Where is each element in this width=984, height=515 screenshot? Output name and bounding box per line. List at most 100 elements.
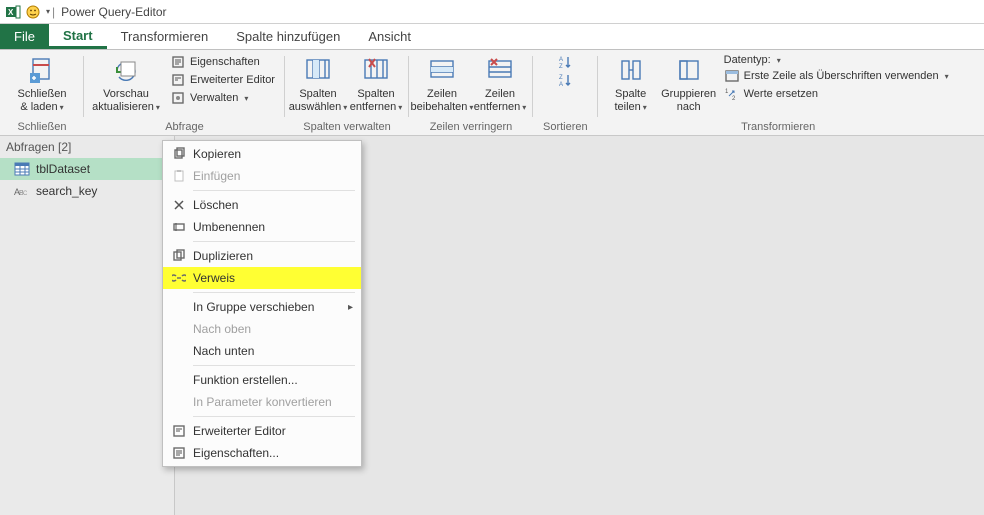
- tab-spalte-hinzufuegen[interactable]: Spalte hinzufügen: [222, 24, 354, 49]
- query-item-tbldataset[interactable]: tblDataset: [0, 158, 174, 180]
- group-transformieren: Spalteteilen▾ Gruppierennach Datentyp:▾ …: [598, 50, 959, 135]
- manage-label: Verwalten: [190, 92, 238, 104]
- ctx-paste-label: Einfügen: [193, 169, 240, 183]
- ctx-move-down[interactable]: Nach unten: [163, 340, 361, 362]
- paste-icon: [169, 169, 189, 183]
- replace-values-icon: 12: [724, 86, 740, 102]
- ctx-move-to-group[interactable]: In Gruppe verschieben ▸: [163, 296, 361, 318]
- advanced-editor-icon: [170, 72, 186, 88]
- group-label-abfrage: Abfrage: [165, 119, 204, 133]
- ctx-copy[interactable]: Kopieren: [163, 143, 361, 165]
- group-schliessen: Schließen& laden▾ Schließen: [0, 50, 84, 135]
- choose-columns-button[interactable]: Spaltenauswählen▾: [295, 54, 341, 113]
- group-zeilen-verringern: Zeilenbeibehalten▾ Zeilenentfernen▾ Zeil…: [409, 50, 533, 135]
- properties-button[interactable]: Eigenschaften: [170, 54, 275, 70]
- tab-start[interactable]: Start: [49, 24, 107, 49]
- ctx-move-down-label: Nach unten: [193, 344, 254, 358]
- queries-header: Abfragen [2] ‹: [0, 136, 174, 158]
- ctx-create-function[interactable]: Funktion erstellen...: [163, 369, 361, 391]
- choose-columns-icon: [302, 54, 334, 86]
- ctx-duplicate-label: Duplizieren: [193, 249, 253, 263]
- group-label-transformieren: Transformieren: [741, 119, 815, 133]
- ctx-create-fn-label: Funktion erstellen...: [193, 373, 298, 387]
- ctx-props-label: Eigenschaften...: [193, 446, 279, 460]
- refresh-icon: [110, 54, 142, 86]
- remove-rows-label: Zeilenentfernen▾: [474, 88, 527, 113]
- advanced-editor-button[interactable]: Erweiterter Editor: [170, 72, 275, 88]
- close-load-icon: [26, 54, 58, 86]
- remove-columns-button[interactable]: Spaltenentfernen▾: [353, 54, 399, 113]
- ctx-properties[interactable]: Eigenschaften...: [163, 442, 361, 464]
- remove-columns-icon: [360, 54, 392, 86]
- close-load-label: Schließen& laden▾: [18, 88, 67, 113]
- group-abfrage: Vorschauaktualisieren▾ Eigenschaften Erw…: [84, 50, 285, 135]
- svg-text:A: A: [559, 82, 563, 88]
- replace-values-label: Werte ersetzen: [744, 88, 818, 100]
- queries-pane: Abfragen [2] ‹ tblDataset ABC search_key…: [0, 136, 175, 515]
- group-label-zeilen: Zeilen verringern: [430, 119, 513, 133]
- keep-rows-icon: [426, 54, 458, 86]
- text-value-icon: ABC: [14, 184, 30, 198]
- ctx-duplicate[interactable]: Duplizieren: [163, 245, 361, 267]
- ctx-copy-label: Kopieren: [193, 147, 241, 161]
- queries-header-label: Abfragen [2]: [6, 140, 71, 154]
- reference-icon: [169, 271, 189, 285]
- first-row-headers-icon: [724, 68, 740, 84]
- ctx-advanced-editor[interactable]: Erweiterter Editor: [163, 420, 361, 442]
- sort-asc-button[interactable]: AZ: [557, 54, 573, 70]
- qat-smiley-icon[interactable]: [24, 3, 42, 21]
- data-type-label: Datentyp:: [724, 54, 771, 66]
- ribbon: Schließen& laden▾ Schließen Vorschauaktu…: [0, 50, 984, 136]
- group-by-icon: [673, 54, 705, 86]
- group-by-label: Gruppierennach: [661, 88, 716, 113]
- svg-text:Z: Z: [559, 75, 563, 81]
- data-type-dropdown[interactable]: Datentyp:▾: [724, 54, 949, 66]
- sort-desc-icon: ZA: [557, 72, 573, 88]
- refresh-preview-button[interactable]: Vorschauaktualisieren▾: [94, 54, 158, 113]
- query-item-label: search_key: [36, 184, 97, 198]
- refresh-label: Vorschauaktualisieren▾: [92, 88, 160, 113]
- tab-transformieren[interactable]: Transformieren: [107, 24, 223, 49]
- ctx-move-group-label: In Gruppe verschieben: [193, 300, 314, 314]
- ribbon-tabs: File Start Transformieren Spalte hinzufü…: [0, 24, 984, 50]
- split-column-label: Spalteteilen▾: [614, 88, 646, 113]
- properties-icon: [170, 54, 186, 70]
- ctx-delete-label: Löschen: [193, 198, 238, 212]
- table-icon: [14, 162, 30, 176]
- ctx-reference[interactable]: Verweis: [163, 267, 361, 289]
- ctx-delete[interactable]: Löschen: [163, 194, 361, 216]
- ctx-rename[interactable]: Umbenennen: [163, 216, 361, 238]
- remove-rows-button[interactable]: Zeilenentfernen▾: [477, 54, 523, 113]
- rename-icon: [169, 220, 189, 234]
- ctx-sep: [193, 365, 355, 366]
- remove-rows-icon: [484, 54, 516, 86]
- manage-icon: [170, 90, 186, 106]
- duplicate-icon: [169, 249, 189, 263]
- context-menu: Kopieren Einfügen Löschen Umbenennen Dup…: [162, 140, 362, 467]
- advanced-editor-icon: [169, 424, 189, 438]
- window-title: Power Query-Editor: [61, 5, 166, 19]
- manage-button[interactable]: Verwalten▾: [170, 90, 275, 106]
- split-column-button[interactable]: Spalteteilen▾: [608, 54, 654, 113]
- svg-text:A: A: [559, 57, 563, 63]
- submenu-caret-icon: ▸: [348, 302, 353, 313]
- keep-rows-button[interactable]: Zeilenbeibehalten▾: [419, 54, 465, 113]
- qat-separator: |: [52, 5, 55, 19]
- group-label-spalten: Spalten verwalten: [303, 119, 390, 133]
- query-item-search-key[interactable]: ABC search_key: [0, 180, 174, 202]
- group-by-button[interactable]: Gruppierennach: [666, 54, 712, 113]
- use-first-row-headers-button[interactable]: Erste Zeile als Überschriften verwenden▾: [724, 68, 949, 84]
- sort-desc-button[interactable]: ZA: [557, 72, 573, 88]
- qat-dropdown-icon[interactable]: ▾: [46, 7, 50, 16]
- tab-file[interactable]: File: [0, 24, 49, 49]
- tab-ansicht[interactable]: Ansicht: [354, 24, 425, 49]
- keep-rows-label: Zeilenbeibehalten▾: [411, 88, 474, 113]
- close-and-load-button[interactable]: Schließen& laden▾: [10, 54, 74, 113]
- replace-values-button[interactable]: 12 Werte ersetzen: [724, 86, 949, 102]
- svg-text:C: C: [23, 191, 28, 197]
- advanced-editor-label: Erweiterter Editor: [190, 74, 275, 86]
- group-label-schliessen: Schließen: [18, 119, 67, 133]
- properties-label: Eigenschaften: [190, 56, 260, 68]
- delete-icon: [169, 198, 189, 212]
- ctx-sep: [193, 241, 355, 242]
